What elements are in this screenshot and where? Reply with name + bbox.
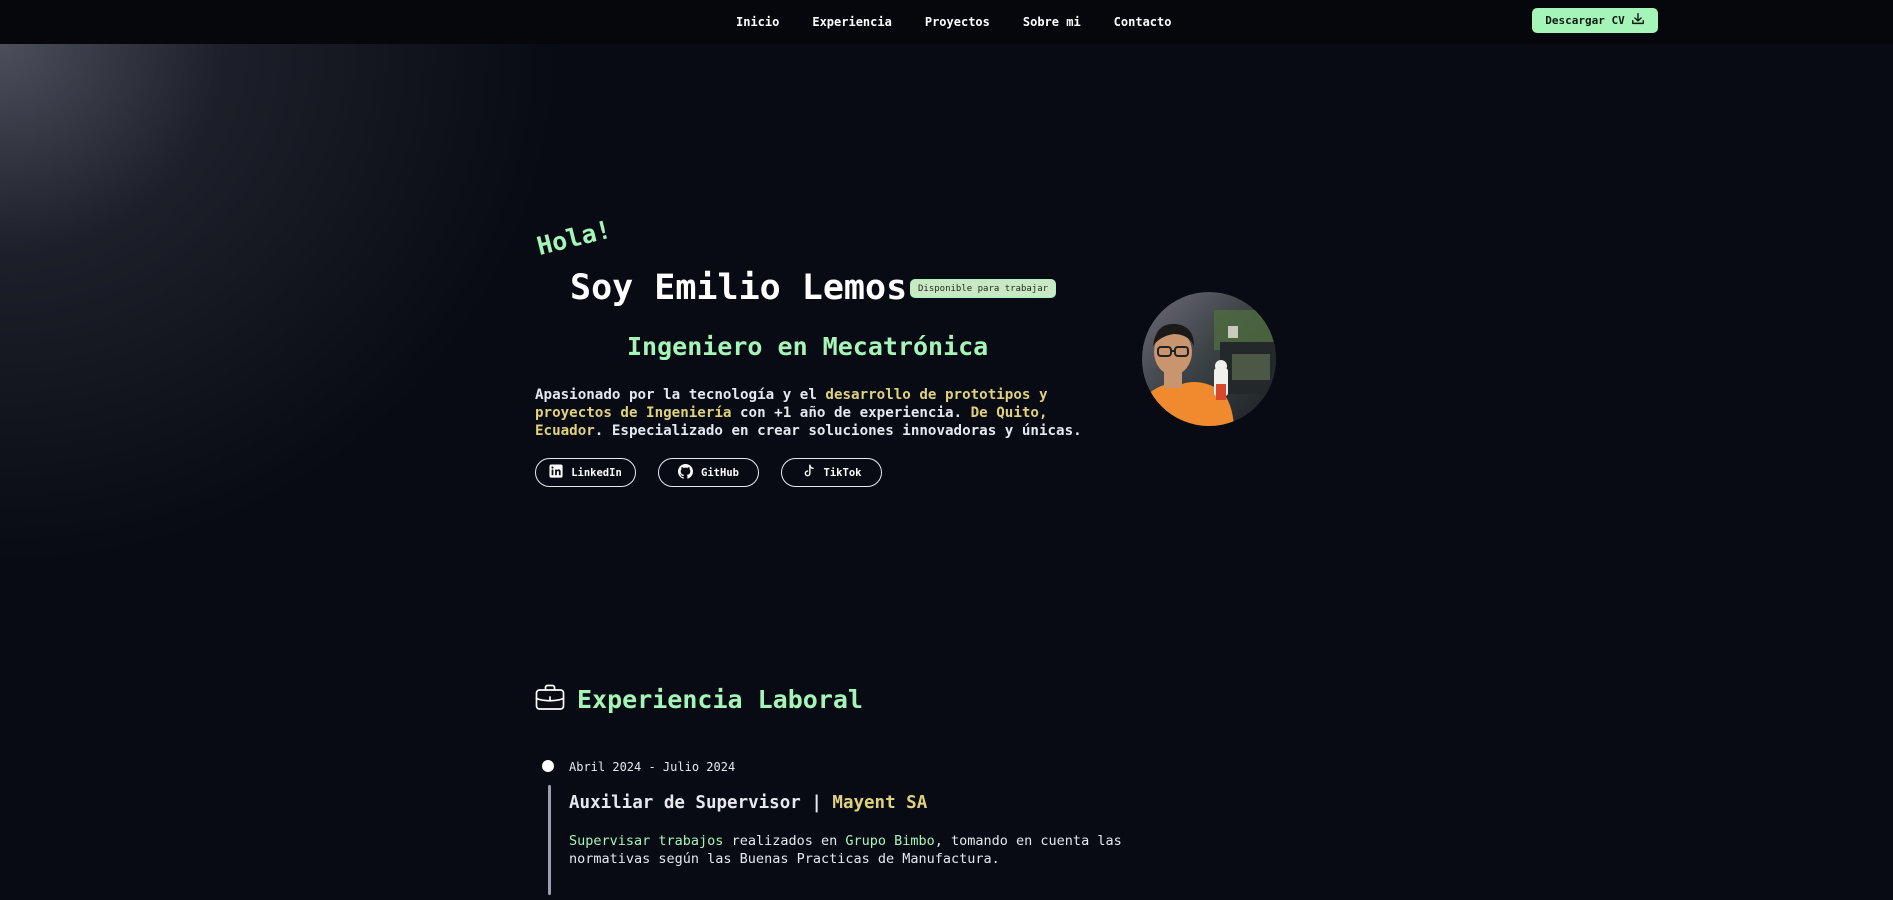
job-position: Auxiliar de Supervisor (569, 793, 801, 813)
job-title: Auxiliar de Supervisor | Mayent SA (569, 793, 927, 813)
tiktok-label: TikTok (823, 466, 862, 479)
github-icon (678, 463, 694, 482)
tiktok-button[interactable]: TikTok (781, 458, 882, 487)
main-nav: Inicio Experiencia Proyectos Sobre mi Co… (736, 0, 1204, 44)
nav-link-contacto[interactable]: Contacto (1114, 15, 1172, 29)
timeline-line (548, 785, 551, 895)
job-company: Mayent SA (832, 793, 928, 813)
nav-link-experiencia[interactable]: Experiencia (812, 15, 891, 29)
nav-link-inicio[interactable]: Inicio (736, 15, 779, 29)
download-icon (1631, 12, 1645, 29)
timeline-dot (542, 760, 554, 772)
bio-text-3: . Especializado en crear soluciones inno… (594, 423, 1082, 439)
experience-section-title: Experiencia Laboral (535, 683, 863, 715)
linkedin-icon (549, 464, 563, 481)
job-description: Supervisar trabajos realizados en Grupo … (569, 832, 1209, 868)
linkedin-label: LinkedIn (571, 466, 622, 479)
download-cv-label: Descargar CV (1545, 14, 1625, 27)
job-desc-highlight-1: Supervisar trabajos (569, 833, 724, 849)
nav-link-proyectos[interactable]: Proyectos (925, 15, 990, 29)
briefcase-icon (535, 683, 565, 715)
nav-link-sobre-mi[interactable]: Sobre mi (1023, 15, 1081, 29)
experience-title: Experiencia Laboral (577, 684, 863, 714)
hero-name: Soy Emilio Lemos (570, 268, 908, 308)
linkedin-button[interactable]: LinkedIn (535, 458, 636, 487)
page: Inicio Experiencia Proyectos Sobre mi Co… (0, 0, 1893, 900)
profile-photo (1142, 292, 1276, 426)
top-navigation-bar: Inicio Experiencia Proyectos Sobre mi Co… (0, 0, 1893, 44)
download-cv-button[interactable]: Descargar CV (1532, 8, 1658, 33)
job-separator: | (800, 793, 833, 813)
github-button[interactable]: GitHub (658, 458, 759, 487)
github-label: GitHub (701, 466, 739, 479)
availability-badge: Disponible para trabajar (910, 279, 1057, 298)
job-desc-text-1: realizados en (723, 833, 846, 849)
bio-text-2: con +1 año de experiencia. (731, 405, 971, 421)
job-date: Abril 2024 - Julio 2024 (569, 760, 736, 774)
bio-text-1: Apasionado por la tecnología y el (535, 387, 826, 403)
greeting-text: Hola! (533, 214, 615, 261)
job-desc-highlight-2: Grupo Bimbo (845, 833, 935, 849)
tiktok-icon (802, 464, 816, 481)
hero-bio: Apasionado por la tecnología y el desarr… (535, 386, 1095, 440)
hero-role: Ingeniero en Mecatrónica (627, 332, 989, 361)
social-links: LinkedIn GitHub TikTok (535, 458, 882, 487)
